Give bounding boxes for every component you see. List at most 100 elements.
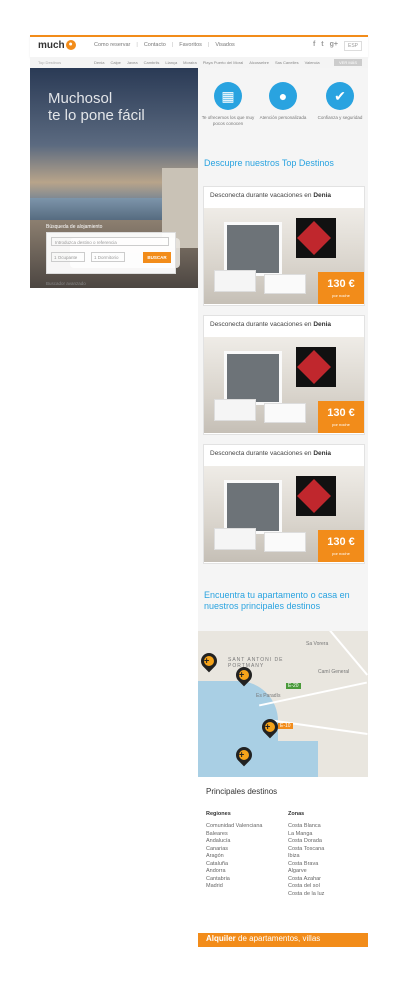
- occupants-select[interactable]: 1 Ocupante: [51, 252, 85, 262]
- map-icon: ▦: [214, 82, 242, 110]
- subnav-item[interactable]: Sas Canelles: [275, 60, 299, 65]
- zone-link[interactable]: Costa Brava: [288, 861, 324, 869]
- map-label-town: SANT ANTONI DE PORTMANY: [228, 657, 284, 669]
- zones-column: Zonas Costa Blanca La Manga Costa Dorada…: [288, 811, 324, 898]
- see-more-button[interactable]: VER MÁS: [333, 59, 362, 66]
- feature-text: Atención personalizada: [259, 115, 307, 120]
- nav-visados[interactable]: Visados: [215, 42, 234, 48]
- person-icon: ●: [269, 82, 297, 110]
- logo-text: much: [38, 40, 65, 51]
- subnav-item[interactable]: Cambrils: [144, 60, 160, 65]
- subnav-item[interactable]: Alcossebre: [249, 60, 269, 65]
- twitter-icon[interactable]: t: [321, 41, 323, 48]
- subnav-item[interactable]: Moraira: [183, 60, 197, 65]
- top-header: much ● Como reservar | Contacto | Favoritos…: [30, 35, 368, 57]
- map-road-label: E-20: [286, 683, 301, 689]
- card-window: [224, 480, 282, 534]
- nav-contacto[interactable]: Contacto: [144, 42, 166, 48]
- destination-input[interactable]: Introduzca destino o referencia: [51, 237, 169, 246]
- regions-heading: Regiones: [206, 811, 231, 817]
- zones-heading: Zonas: [288, 811, 305, 817]
- map-water: [198, 741, 318, 777]
- hero-title-line1: Muchosol: [48, 90, 113, 107]
- advanced-search-link[interactable]: Buscador avanzado: [46, 281, 86, 286]
- feature-item: ● Atención personalizada: [255, 82, 311, 121]
- card-image: 130 € por noche: [204, 466, 364, 562]
- language-select[interactable]: ESP: [343, 41, 362, 51]
- footer-banner: Alquiler de apartamentos, villas: [198, 933, 368, 947]
- feature-text: Confianza y seguridad: [317, 115, 363, 120]
- subnav-item[interactable]: Calpe: [110, 60, 120, 65]
- regions-column: Regiones Comunidad Valenciana Baleares A…: [206, 811, 262, 891]
- card-window: [224, 222, 282, 276]
- card-window: [224, 351, 282, 405]
- price-badge: 130 € por noche: [318, 272, 364, 304]
- destination-card[interactable]: Desconecta durante vacaciones en Denia 1…: [203, 315, 365, 435]
- logo[interactable]: much ●: [38, 40, 76, 51]
- region-link[interactable]: Comunidad Valenciana: [206, 823, 262, 831]
- region-link[interactable]: Cataluña: [206, 861, 262, 869]
- logo-sun-icon: ●: [65, 40, 76, 51]
- price-period: por noche: [332, 422, 350, 427]
- region-link[interactable]: Aragón: [206, 853, 262, 861]
- google-plus-icon[interactable]: g+: [330, 41, 338, 48]
- nav-favoritos[interactable]: Favoritos: [179, 42, 202, 48]
- map-pin-icon[interactable]: +: [198, 649, 221, 673]
- region-link[interactable]: Andorra: [206, 868, 262, 876]
- lock-icon: ✔: [326, 82, 354, 110]
- price-period: por noche: [332, 551, 350, 556]
- region-link[interactable]: Canarias: [206, 846, 262, 854]
- search-panel: Búsqueda de alojamiento Introduzca desti…: [46, 224, 176, 274]
- search-label: Búsqueda de alojamiento: [46, 224, 103, 230]
- map-section-title: Encuentra tu apartamento o casa en nuest…: [204, 590, 350, 611]
- zone-link[interactable]: Costa Azahar: [288, 876, 324, 884]
- feature-text: Te ofrecemos los que muy pocos conocen: [201, 115, 255, 126]
- subnav-item[interactable]: Javea: [127, 60, 138, 65]
- subnav-item[interactable]: Valencia: [305, 60, 320, 65]
- region-link[interactable]: Andalucía: [206, 838, 262, 846]
- principal-destinations: Principales destinos Regiones Comunidad …: [198, 777, 368, 933]
- destination-card[interactable]: Desconecta durante vacaciones en Denia 1…: [203, 186, 365, 306]
- feature-item: ▦ Te ofrecemos los que muy pocos conocen: [200, 82, 256, 127]
- card-artwork: [296, 218, 336, 258]
- price-period: por noche: [332, 293, 350, 298]
- map-road-label: E-10: [278, 723, 293, 729]
- card-title: Desconecta durante vacaciones en Denia: [210, 192, 332, 199]
- zone-link[interactable]: Costa de la luz: [288, 891, 324, 899]
- hero-title-line2: te lo pone fácil: [48, 107, 145, 124]
- social-links: f t g+: [313, 41, 338, 48]
- price-badge: 130 € por noche: [318, 401, 364, 433]
- zone-link[interactable]: Costa Blanca: [288, 823, 324, 831]
- card-artwork: [296, 347, 336, 387]
- region-link[interactable]: Baleares: [206, 831, 262, 839]
- zone-link[interactable]: Ibiza: [288, 853, 324, 861]
- zone-link[interactable]: La Manga: [288, 831, 324, 839]
- top-destinations-bar: Top Destinos Denia Calpe Javea Cambrils …: [30, 57, 368, 68]
- card-sofa: [264, 274, 306, 294]
- destinations-map[interactable]: SANT ANTONI DE PORTMANY Camí General Es …: [198, 631, 368, 779]
- card-sofa: [214, 399, 256, 421]
- card-artwork: [296, 476, 336, 516]
- zone-link[interactable]: Costa Toscana: [288, 846, 324, 854]
- zone-link[interactable]: Algarve: [288, 868, 324, 876]
- card-image: 130 € por noche: [204, 337, 364, 433]
- subnav-item[interactable]: Llança: [165, 60, 177, 65]
- hero-title: Muchosol te lo pone fácil: [48, 90, 145, 124]
- price-badge: 130 € por noche: [318, 530, 364, 562]
- bedrooms-select[interactable]: 1 Dormitorio: [91, 252, 125, 262]
- region-link[interactable]: Cantabria: [206, 876, 262, 884]
- top-destinations-title: Descupre nuestros Top Destinos: [204, 158, 334, 168]
- facebook-icon[interactable]: f: [313, 41, 315, 48]
- destination-card[interactable]: Desconecta durante vacaciones en Denia 1…: [203, 444, 365, 564]
- price-value: 130 €: [327, 278, 355, 290]
- card-title: Desconecta durante vacaciones en Denia: [210, 450, 332, 457]
- region-link[interactable]: Madrid: [206, 883, 262, 891]
- subnav-item[interactable]: Denia: [94, 60, 104, 65]
- search-button[interactable]: BUSCAR: [143, 252, 171, 263]
- subnav-item[interactable]: Playa Puerto del Moral: [203, 60, 243, 65]
- nav-como-reservar[interactable]: Como reservar: [94, 42, 130, 48]
- zone-link[interactable]: Costa del sol: [288, 883, 324, 891]
- map-label-street: Camí General: [318, 669, 350, 675]
- price-value: 130 €: [327, 536, 355, 548]
- zone-link[interactable]: Costa Dorada: [288, 838, 324, 846]
